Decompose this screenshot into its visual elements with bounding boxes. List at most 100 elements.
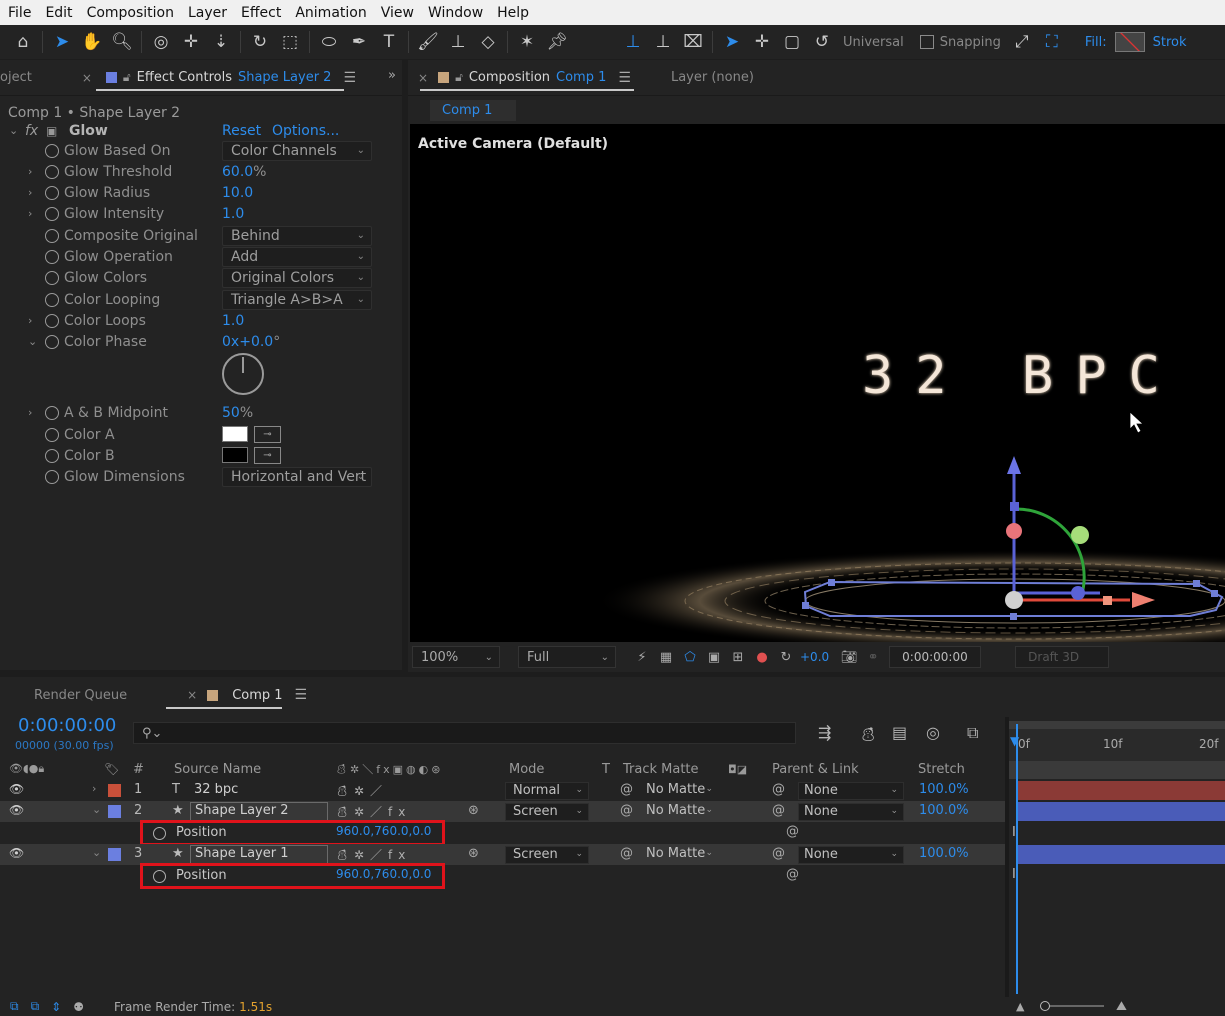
stopwatch-icon[interactable] — [45, 448, 59, 463]
options-link[interactable]: Options... — [272, 123, 339, 139]
layer-label-color[interactable] — [108, 805, 121, 818]
effect-glow-row[interactable]: ⌄ fx ▣ Glow Reset Options... — [0, 120, 380, 141]
color-a-swatch[interactable] — [222, 426, 248, 442]
layer-search-input[interactable]: ⚲⌄ — [133, 722, 796, 744]
universal-select-icon[interactable]: ➤ — [717, 28, 747, 56]
3d-layer-icon[interactable]: ⊛ — [468, 803, 479, 818]
reset-link[interactable]: Reset — [222, 123, 261, 139]
exposure-value[interactable]: +0.0 — [800, 650, 829, 664]
magnification-dropdown[interactable]: 100% ⌄ — [412, 646, 500, 668]
rotation-tool-icon[interactable]: ↻ — [245, 28, 275, 56]
glow-colors-dropdown[interactable]: Original Colors ⌄ — [222, 267, 372, 288]
zoom-out-icon[interactable]: ▲ — [1016, 1000, 1024, 1013]
composite-original-dropdown[interactable]: Behind ⌄ — [222, 225, 372, 246]
world-axis-icon[interactable]: ⊥ — [648, 28, 678, 56]
scale-gizmo-icon[interactable]: ▢ — [777, 28, 807, 56]
twirl-open-icon[interactable]: ⌄ — [92, 846, 101, 859]
twirl-closed-icon[interactable]: › — [28, 207, 32, 220]
current-time-indicator[interactable] — [1016, 724, 1018, 994]
rotate-gizmo-icon[interactable]: ↺ — [807, 28, 837, 56]
work-area-bar[interactable] — [1009, 721, 1225, 729]
tab-layer[interactable]: Layer (none) — [661, 60, 764, 96]
layer-switches[interactable]: ⛄︎✲／ — [336, 782, 388, 800]
snapshot-camera-icon[interactable]: 📷︎ — [837, 646, 861, 668]
menu-layer[interactable]: Layer — [188, 5, 227, 21]
show-snapshot-icon[interactable]: ⚭ — [861, 646, 885, 668]
menu-animation[interactable]: Animation — [295, 5, 366, 21]
color-phase-dial[interactable] — [222, 353, 264, 395]
toggle-in-out-icon[interactable]: ⇕ — [51, 1000, 61, 1014]
toggle-switches-icon[interactable]: ⧉ — [10, 999, 19, 1014]
frame-blending-icon[interactable]: ▤ — [892, 723, 907, 742]
current-time-display[interactable]: 0:00:00:00 — [889, 646, 982, 668]
3d-layer-icon[interactable]: ⊛ — [468, 846, 479, 861]
layer-name[interactable]: Shape Layer 1 — [190, 845, 328, 864]
comp-flowchart-icon[interactable]: ⇶ — [818, 723, 831, 742]
panel-menu-icon[interactable]: ☰ — [618, 70, 631, 86]
close-icon[interactable]: × — [82, 71, 92, 85]
fill-label[interactable]: Fill: — [1085, 35, 1107, 50]
twirl-open-icon[interactable]: ⌄ — [92, 803, 101, 816]
menu-composition[interactable]: Composition — [87, 5, 174, 21]
mask-path-icon[interactable]: ⬠ — [678, 646, 702, 668]
roto-brush-icon[interactable]: ✶ — [512, 28, 542, 56]
ellipse-tool-icon[interactable]: ⬭ — [314, 28, 344, 56]
zoom-tool-icon[interactable]: 🔍︎ — [107, 28, 137, 56]
grid-guides-icon[interactable]: ⊞ — [726, 646, 750, 668]
hand-tool-icon[interactable]: ✋ — [77, 28, 107, 56]
tab-project[interactable]: oject — [0, 60, 42, 96]
menu-view[interactable]: View — [381, 5, 414, 21]
glow-operation-dropdown[interactable]: Add ⌄ — [222, 246, 372, 267]
stopwatch-icon[interactable] — [45, 164, 59, 179]
transparency-grid-icon[interactable]: ▦ — [654, 646, 678, 668]
layer-switches[interactable]: ⛄︎✲／fx — [336, 803, 411, 821]
timeline-current-time[interactable]: 0:00:00:00 — [18, 715, 116, 736]
dolly-camera-icon[interactable]: ⇣ — [206, 28, 236, 56]
glow-dimensions-dropdown[interactable]: Horizontal and Vert ⌄ — [222, 466, 372, 487]
stopwatch-icon[interactable] — [45, 292, 59, 307]
stopwatch-icon[interactable] — [45, 270, 59, 285]
snap-grid-icon[interactable]: ⛶ — [1037, 28, 1067, 56]
menu-window[interactable]: Window — [428, 5, 483, 21]
twirl-closed-icon[interactable]: › — [28, 406, 32, 419]
glow-threshold-value[interactable]: 60.0% — [222, 164, 266, 180]
stopwatch-icon[interactable] — [45, 405, 59, 420]
shy-layers-icon[interactable]: ⛄︎ — [860, 723, 876, 746]
color-looping-dropdown[interactable]: Triangle A>B>A ⌄ — [222, 289, 372, 310]
eye-icon[interactable]: 👁︎ — [9, 803, 24, 817]
eye-icon[interactable]: 👁︎ — [9, 782, 24, 796]
fill-swatch[interactable] — [1114, 32, 1145, 52]
pick-whip-icon[interactable]: @ — [620, 846, 633, 861]
type-tool-icon[interactable]: T — [374, 28, 404, 56]
layer-duration-bar[interactable] — [1018, 845, 1225, 864]
stopwatch-icon[interactable] — [45, 206, 59, 221]
zoom-slider-thumb[interactable] — [1040, 1001, 1050, 1011]
eyedropper-icon[interactable]: ⊸ — [254, 426, 281, 443]
glow-based-on-dropdown[interactable]: Color Channels ⌄ — [222, 140, 372, 161]
snapping-label[interactable]: Snapping — [940, 35, 1001, 50]
zoom-slider-track[interactable] — [1044, 1005, 1104, 1007]
layer-row[interactable]: 👁︎ › 1 T 32 bpc ⛄︎✲／ Normal ⌄ @ No Matte ⌄… — [0, 780, 1005, 801]
color-phase-value[interactable]: 0x+0.0° — [222, 334, 280, 350]
stopwatch-icon[interactable] — [45, 313, 59, 328]
parent-dropdown[interactable]: None ⌄ — [798, 846, 904, 864]
twirl-closed-icon[interactable]: › — [28, 165, 32, 178]
snap-options-icon[interactable]: ⤢ — [1007, 28, 1037, 56]
eye-icon[interactable]: 👁︎ — [9, 846, 24, 860]
eyedropper-icon[interactable]: ⊸ — [254, 447, 281, 464]
layer-duration-bar[interactable] — [1018, 802, 1225, 821]
expand-panel-icon[interactable]: » — [388, 68, 396, 83]
eraser-tool-icon[interactable]: ◇ — [473, 28, 503, 56]
color-channels-icon[interactable]: ● — [750, 646, 774, 668]
stroke-label[interactable]: Strok — [1153, 35, 1187, 50]
color-loops-value[interactable]: 1.0 — [222, 313, 244, 329]
pan-camera-icon[interactable]: ✛ — [176, 28, 206, 56]
track-matte-dropdown[interactable]: No Matte ⌄ — [640, 782, 718, 800]
selection-tool-icon[interactable]: ➤ — [47, 28, 77, 56]
orbit-camera-icon[interactable]: ◎ — [146, 28, 176, 56]
layer-row[interactable]: 👁︎ ⌄ 3 ★ Shape Layer 1 ⛄︎✲／fx ⊛ Screen ⌄ … — [0, 844, 1005, 865]
twirl-closed-icon[interactable]: › — [92, 782, 96, 795]
tab-render-queue[interactable]: Render Queue — [24, 677, 137, 713]
menu-edit[interactable]: Edit — [45, 5, 72, 21]
menu-help[interactable]: Help — [497, 5, 529, 21]
